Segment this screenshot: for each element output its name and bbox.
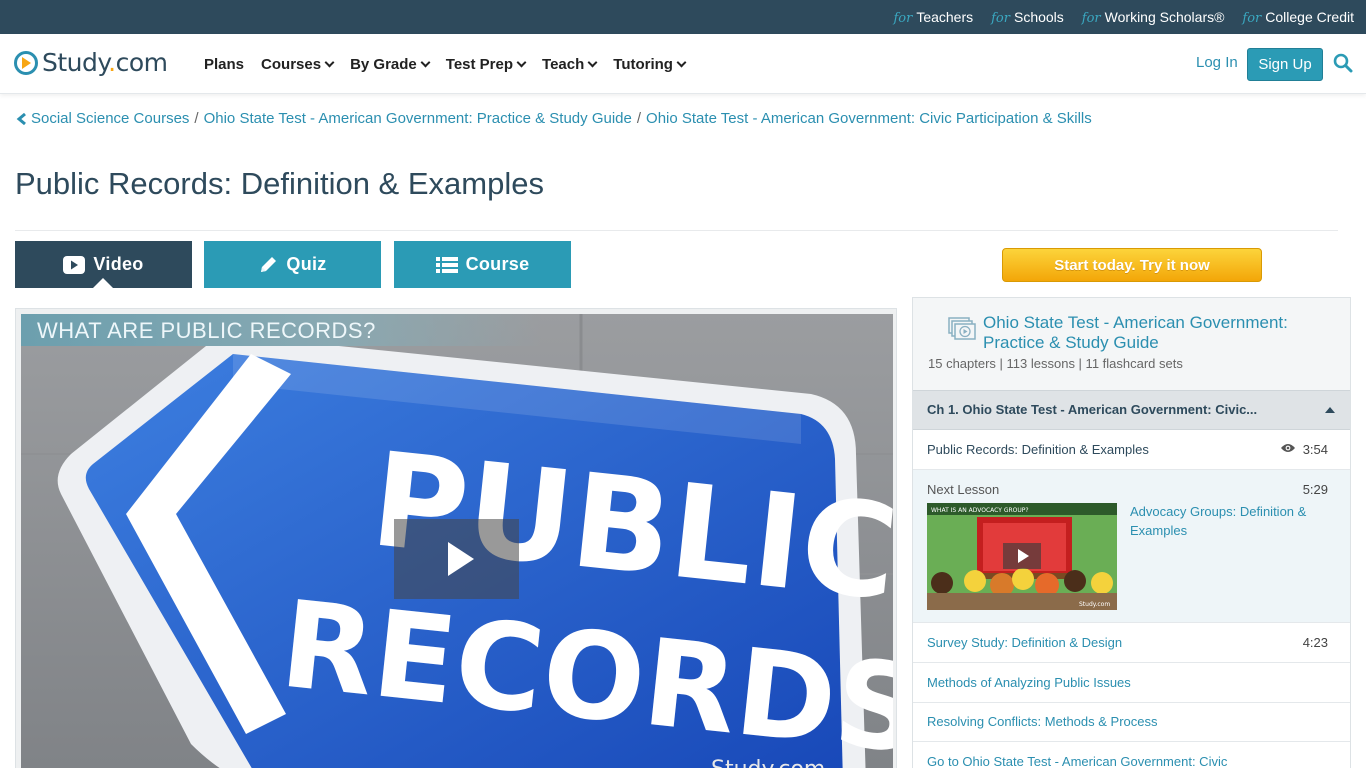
tab-label: Quiz (286, 254, 327, 274)
chevron-down-icon (516, 57, 527, 67)
study-com-logo[interactable]: Study.com (14, 48, 168, 77)
main-nav: Plans Courses By Grade Test Prep Teach T… (204, 34, 687, 94)
lesson-title: Methods of Analyzing Public Issues (927, 675, 1131, 690)
lesson-duration: 3:54 (1302, 442, 1328, 457)
logo-part2: com (115, 48, 168, 77)
course-header: Ohio State Test - American Government: P… (913, 298, 1350, 390)
list-icon (435, 256, 458, 273)
search-icon[interactable] (1333, 53, 1353, 73)
chevron-down-icon (587, 57, 598, 67)
go-to-course-link: Go to Ohio State Test - American Governm… (927, 754, 1227, 768)
for-college-credit-link[interactable]: for College Credit (1242, 9, 1354, 26)
chapter-title: Ch 1. Ohio State Test - American Governm… (927, 402, 1258, 417)
arrow-left-icon (16, 112, 26, 125)
chevron-down-icon (676, 57, 687, 67)
lesson-title: Resolving Conflicts: Methods & Process (927, 714, 1158, 729)
login-link[interactable]: Log In (1196, 54, 1238, 71)
main-header: Study.com Plans Courses By Grade Test Pr… (0, 34, 1366, 94)
lesson-duration: 5:29 (1302, 482, 1328, 497)
nav-label: Plans (204, 55, 245, 73)
nav-courses[interactable]: Courses (261, 55, 335, 73)
video-player[interactable]: PUBLIC RECORDS Study.com WHAT ARE PUBLIC… (21, 314, 893, 768)
logo-part1: Study (42, 48, 109, 77)
title-divider (15, 230, 1338, 231)
tab-quiz[interactable]: Quiz (204, 241, 381, 288)
nav-label: Tutoring (613, 55, 673, 73)
link-label: College Credit (1265, 8, 1354, 25)
current-lesson-row[interactable]: Public Records: Definition & Examples 3:… (913, 430, 1350, 470)
top-utility-bar: for Teachers for Schools for Working Schola… (0, 0, 1366, 34)
go-to-course-row[interactable]: Go to Ohio State Test - American Governm… (913, 742, 1350, 768)
nav-label: Courses (261, 55, 322, 73)
logo-play-icon (14, 50, 38, 75)
course-panel: Ohio State Test - American Government: P… (912, 297, 1351, 768)
chapter-header[interactable]: Ch 1. Ohio State Test - American Governm… (913, 390, 1350, 430)
go-to-prefix: Go to (927, 754, 959, 768)
thumbnail-play-button[interactable] (1003, 543, 1041, 569)
tab-course[interactable]: Course (394, 241, 571, 288)
for-schools-link[interactable]: for Schools (991, 9, 1064, 26)
breadcrumb-item[interactable]: Ohio State Test - American Government: C… (646, 110, 1092, 127)
next-lesson-thumbnail[interactable]: WHAT IS AN ADVOCACY GROUP? Study.com (927, 503, 1117, 610)
youtube-play-icon (63, 255, 86, 274)
page-title: Public Records: Definition & Examples (15, 166, 544, 201)
for-working-scholars-link[interactable]: for Working Scholars® (1082, 9, 1225, 26)
nav-by-grade[interactable]: By Grade (350, 55, 431, 73)
breadcrumb-item[interactable]: Ohio State Test - American Government: P… (204, 110, 632, 127)
audience-links: for Teachers for Schools for Working Schola… (893, 0, 1354, 34)
lesson-row[interactable]: Resolving Conflicts: Methods & Process (913, 702, 1350, 742)
lesson-title: Public Records: Definition & Examples (927, 442, 1149, 457)
nav-plans[interactable]: Plans (204, 56, 244, 73)
caret-up-icon (1325, 407, 1335, 413)
breadcrumb-item[interactable]: Social Science Courses (31, 110, 189, 127)
video-player-frame: PUBLIC RECORDS Study.com WHAT ARE PUBLIC… (15, 308, 897, 768)
next-lesson-row: Next Lesson 5:29 WHAT IS AN ADVOCACY GRO… (913, 470, 1350, 623)
next-lesson-title-link[interactable]: Advocacy Groups: Definition & Examples (1130, 502, 1335, 540)
nav-tutoring[interactable]: Tutoring (613, 55, 687, 73)
tab-label: Course (465, 254, 530, 274)
pencil-icon (261, 256, 277, 272)
nav-test-prep[interactable]: Test Prep (445, 55, 527, 73)
start-today-button[interactable]: Start today. Try it now (1002, 248, 1262, 282)
video-stack-icon (948, 317, 976, 340)
eye-icon (1281, 444, 1295, 452)
link-prefix: for (1242, 10, 1262, 26)
nav-label: By Grade (350, 55, 417, 73)
link-label: Schools (1013, 8, 1064, 25)
breadcrumb: Social Science Courses / Ohio State Test… (16, 110, 1092, 127)
play-icon (447, 542, 474, 576)
tab-video[interactable]: Video (15, 241, 192, 288)
video-banner: WHAT ARE PUBLIC RECORDS? (21, 314, 541, 346)
nav-teach[interactable]: Teach (542, 55, 598, 73)
link-prefix: for (893, 10, 913, 26)
play-button[interactable] (394, 519, 519, 599)
link-prefix: for (991, 10, 1010, 26)
link-prefix: for (1081, 10, 1101, 26)
chevron-down-icon (420, 57, 431, 67)
thumbnail-caption: WHAT IS AN ADVOCACY GROUP? (931, 507, 1029, 514)
nav-label: Teach (542, 55, 585, 73)
tab-label: Video (93, 254, 144, 274)
breadcrumb-separator: / (194, 110, 199, 127)
course-title-link[interactable]: Ohio State Test - American Government: P… (983, 313, 1323, 353)
logo-dot: . (108, 48, 116, 77)
go-to-target: Ohio State Test - American Government: C… (962, 754, 1228, 768)
link-label: Teachers (916, 8, 974, 25)
lesson-title: Survey Study: Definition & Design (927, 635, 1123, 650)
signup-button[interactable]: Sign Up (1247, 48, 1323, 81)
lesson-duration: 4:23 (1302, 635, 1328, 650)
nav-label: Test Prep (445, 55, 514, 73)
lesson-row[interactable]: Methods of Analyzing Public Issues (913, 663, 1350, 703)
for-teachers-link[interactable]: for Teachers (893, 9, 973, 26)
link-label: Working Scholars® (1104, 8, 1225, 25)
play-icon (1018, 549, 1029, 563)
chevron-down-icon (324, 57, 335, 67)
logo-wordmark: Study.com (42, 48, 168, 77)
breadcrumb-separator: / (636, 110, 642, 127)
thumbnail-watermark: Study.com (1079, 601, 1110, 608)
lesson-row[interactable]: Survey Study: Definition & Design 4:23 (913, 623, 1350, 663)
watermark: Study.com (711, 757, 825, 768)
course-meta: 15 chapters | 113 lessons | 11 flashcard… (928, 356, 1183, 371)
next-lesson-label: Next Lesson (927, 482, 1000, 497)
